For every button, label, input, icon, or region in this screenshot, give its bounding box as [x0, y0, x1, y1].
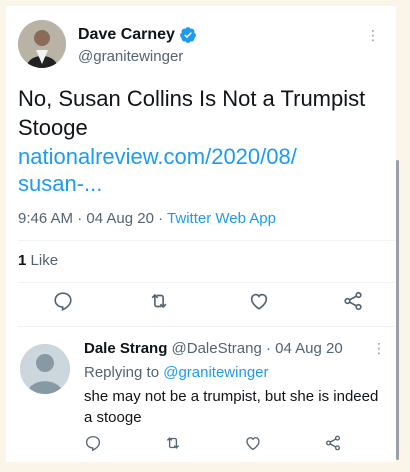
retweet-icon[interactable]	[148, 290, 170, 312]
verified-badge-icon	[179, 26, 197, 44]
like-count: 1	[18, 252, 27, 269]
avatar[interactable]	[18, 20, 66, 68]
replying-to-mention[interactable]: @granitewinger	[163, 364, 268, 381]
more-icon[interactable]: ⋮	[372, 340, 386, 357]
handle[interactable]: @granitewinger	[78, 48, 183, 65]
main-tweet-header: Dave Carney @granitewinger ⋮	[18, 20, 384, 70]
meta-separator: ·	[265, 340, 271, 357]
tweet-source[interactable]: Twitter Web App	[167, 210, 276, 227]
reply-header: Dale Strang @DaleStrang · 04 Aug 20	[84, 340, 343, 357]
reply-actions	[6, 434, 396, 460]
like-label: Like	[30, 252, 59, 269]
reply-text: she may not be a trumpist, but she is in…	[84, 388, 379, 426]
meta-separator: ·	[77, 210, 83, 227]
main-tweet-actions	[6, 290, 396, 316]
tweet-meta: 9:46 AM · 04 Aug 20 · Twitter Web App	[18, 210, 276, 227]
tweet-link-line-1[interactable]: nationalreview.com/2020/08/	[18, 142, 388, 171]
scrollbar[interactable]	[396, 160, 399, 460]
like-icon[interactable]	[244, 434, 262, 452]
share-icon[interactable]	[324, 434, 342, 452]
retweet-icon[interactable]	[164, 434, 182, 452]
divider	[18, 240, 396, 241]
more-icon[interactable]: ⋮	[366, 28, 380, 42]
name-row: Dave Carney	[78, 26, 197, 44]
reply-date[interactable]: 04 Aug 20	[275, 340, 343, 357]
reply-tweet[interactable]: Dale Strang @DaleStrang · 04 Aug 20 ⋮ Re…	[6, 330, 396, 462]
divider	[18, 326, 396, 327]
like-count-row[interactable]: 1 Like	[18, 252, 58, 269]
replying-to-label: Replying to	[84, 364, 160, 381]
reply-icon[interactable]	[52, 290, 74, 312]
like-icon[interactable]	[248, 290, 270, 312]
reply-handle[interactable]: @DaleStrang	[172, 340, 262, 357]
tweet-body: No, Susan Collins Is Not a Trumpist Stoo…	[18, 86, 366, 140]
share-icon[interactable]	[342, 290, 364, 312]
tweet-time[interactable]: 9:46 AM	[18, 210, 73, 227]
divider	[18, 282, 396, 283]
tweet-text: No, Susan Collins Is Not a Trumpist Stoo…	[18, 84, 388, 198]
reply-display-name[interactable]: Dale Strang	[84, 340, 167, 357]
tweet-link-line-2[interactable]: susan-...	[18, 169, 388, 198]
display-name[interactable]: Dave Carney	[78, 26, 175, 44]
reply-icon[interactable]	[84, 434, 102, 452]
meta-separator: ·	[158, 210, 164, 227]
tweet-date[interactable]: 04 Aug 20	[86, 210, 154, 227]
replying-to: Replying to @granitewinger	[84, 364, 269, 381]
avatar[interactable]	[20, 344, 70, 394]
tweet-card: Dave Carney @granitewinger ⋮ No, Susan C…	[6, 6, 396, 462]
